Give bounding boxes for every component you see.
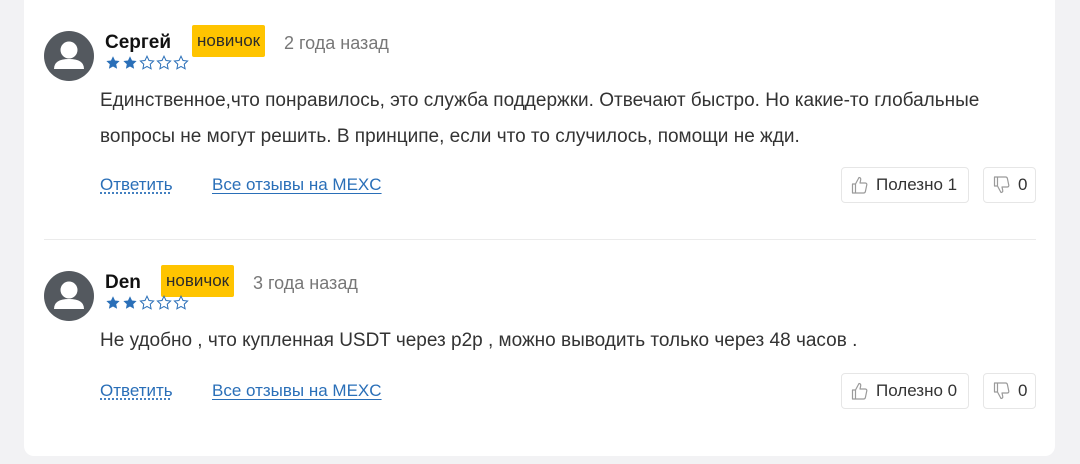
not-helpful-button[interactable]: 0: [983, 373, 1036, 409]
star-outline-icon: [156, 55, 172, 70]
thumbs-up-icon: [851, 176, 868, 194]
all-reviews-link[interactable]: Все отзывы на MEXC: [212, 174, 382, 196]
review-text-line: вопросы не могут решить. В принципе, есл…: [100, 126, 800, 147]
review-text-line: Не удобно , что купленная USDT через p2p…: [100, 330, 858, 351]
reply-link[interactable]: Ответить: [100, 174, 173, 196]
review-text: Единственное,что понравилось, это служба…: [100, 83, 1040, 155]
rating-stars: [105, 55, 189, 71]
star-outline-icon: [173, 295, 189, 310]
thumbs-up-icon: [851, 382, 868, 400]
thumbs-down-icon: [993, 382, 1010, 400]
reviews-card: Сергей новичок 2 года назад Единственное…: [24, 0, 1055, 456]
user-level-badge: новичок: [192, 25, 266, 57]
user-avatar-icon: [44, 271, 94, 321]
star-filled-icon: [106, 296, 120, 309]
helpful-count: Полезно 0: [876, 381, 958, 400]
reply-link[interactable]: Ответить: [100, 380, 173, 402]
rating-stars: [105, 295, 189, 311]
helpful-button[interactable]: Полезно 1: [841, 167, 969, 203]
helpful-count: Полезно 1: [876, 175, 958, 194]
review-text-line: Единственное,что понравилось, это служба…: [100, 90, 980, 111]
star-filled-icon: [106, 56, 120, 69]
review-author[interactable]: Den: [105, 271, 141, 295]
thumbs-down-icon: [993, 176, 1010, 194]
star-filled-icon: [123, 296, 137, 309]
all-reviews-link[interactable]: Все отзывы на MEXC: [212, 380, 382, 402]
dislike-count: 0: [1018, 175, 1028, 194]
star-outline-icon: [139, 55, 155, 70]
review-text: Не удобно , что купленная USDT через p2p…: [100, 323, 1040, 359]
star-filled-icon: [123, 56, 137, 69]
helpful-button[interactable]: Полезно 0: [841, 373, 969, 409]
dislike-count: 0: [1018, 381, 1028, 400]
star-outline-icon: [156, 295, 172, 310]
review-date: 3 года назад: [253, 273, 358, 293]
star-outline-icon: [139, 295, 155, 310]
star-outline-icon: [173, 55, 189, 70]
user-avatar-icon: [44, 31, 94, 81]
review-divider: [44, 239, 1036, 240]
review-date: 2 года назад: [284, 33, 389, 53]
not-helpful-button[interactable]: 0: [983, 167, 1036, 203]
review-author[interactable]: Сергей: [105, 31, 171, 55]
user-level-badge: новичок: [161, 265, 235, 297]
